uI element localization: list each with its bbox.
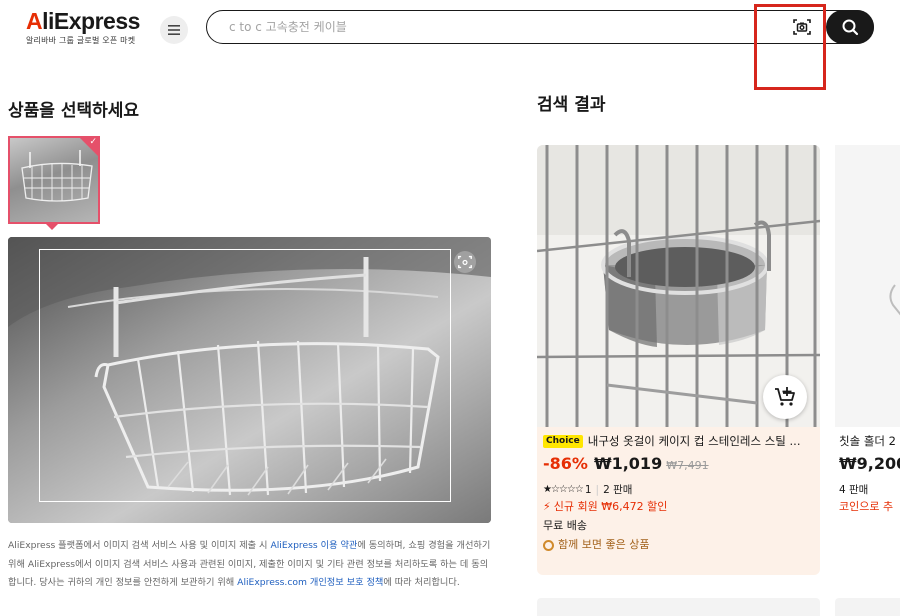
- disclaimer-text-3: 에 따라 처리합니다.: [383, 577, 460, 588]
- price-row: -86% ₩1,019 ₩7,491: [543, 454, 814, 473]
- product-title[interactable]: 내구성 옷걸이 케이지 컵 스테인레스 스틸 ...: [588, 431, 801, 451]
- terms-of-use-link[interactable]: AliExpress 이용 약관: [270, 540, 357, 551]
- uploaded-image-thumbnail[interactable]: ✓: [8, 136, 100, 224]
- add-to-cart-button[interactable]: [763, 375, 807, 419]
- image-search-camera-icon: [458, 255, 472, 269]
- product-title[interactable]: 칫솔 홀더 2: [839, 431, 900, 451]
- star-rating-icon: ★☆☆☆☆: [543, 484, 584, 495]
- product-image[interactable]: [537, 145, 820, 427]
- next-product-card-top: [537, 598, 820, 616]
- product-info: Choice 내구성 옷걸이 케이지 컵 스테인레스 스틸 ... -86% ₩…: [537, 427, 820, 575]
- logo-wordmark: AliExpress: [26, 8, 146, 34]
- product-info: 칫솔 홀더 2 ₩9,200 4 판매 코인으로 추: [835, 427, 900, 520]
- coupon-text: 신규 회원 ₩6,472 할인: [553, 500, 668, 513]
- sold-count: 4 판매: [839, 484, 869, 496]
- highlight-annotation-box: [754, 4, 826, 90]
- menu-button[interactable]: [160, 16, 188, 44]
- coin-promo: 코인으로 추: [839, 500, 894, 513]
- checkmark-icon: ✓: [89, 137, 97, 147]
- magnifier-icon: [842, 19, 859, 35]
- next-product-card-top: [835, 598, 900, 616]
- disclaimer-text-1: AliExpress 플랫폼에서 이미지 검색 서비스 사용 및 이미지 제출 …: [8, 540, 271, 551]
- similar-items-text: 함께 보면 좋은 상품: [558, 538, 650, 551]
- logo-subtitle: 알리바바 그룹 글로벌 오픈 마켓: [26, 36, 136, 45]
- privacy-policy-link[interactable]: AliExpress.com 개인정보 보호 정책: [237, 577, 383, 588]
- select-product-title: 상품을 선택하세요: [8, 101, 140, 121]
- hamburger-menu-icon: [168, 25, 180, 35]
- add-to-cart-icon: [775, 387, 795, 406]
- similar-items-link[interactable]: 함께 보면 좋은 상품: [543, 536, 814, 554]
- search-results-title: 검색 결과: [537, 95, 606, 115]
- search-input[interactable]: [207, 11, 747, 42]
- product-title-line[interactable]: Choice 내구성 옷걸이 케이지 컵 스테인레스 스틸 ...: [543, 431, 814, 451]
- uploaded-image-preview[interactable]: [8, 237, 491, 523]
- new-user-coupon: ⚡ 신규 회원 ₩6,472 할인: [543, 498, 814, 516]
- circle-icon: [543, 539, 554, 551]
- toothbrush-holder-photo: [835, 145, 900, 427]
- product-card[interactable]: Choice 내구성 옷걸이 케이지 컵 스테인레스 스틸 ... -86% ₩…: [537, 145, 820, 575]
- choice-badge: Choice: [543, 434, 583, 448]
- logo-prefix: A: [26, 8, 43, 34]
- search-button[interactable]: [826, 9, 874, 44]
- image-crop-button[interactable]: [454, 251, 476, 273]
- product-image[interactable]: [835, 145, 900, 427]
- discount-percent: -86%: [543, 454, 588, 473]
- rating-value: 1: [584, 484, 592, 496]
- product-card[interactable]: 칫솔 홀더 2 ₩9,200 4 판매 코인으로 추: [835, 145, 900, 575]
- image-search-disclaimer: AliExpress 플랫폼에서 이미지 검색 서비스 사용 및 이미지 제출 …: [8, 537, 494, 593]
- rating-row: ★☆☆☆☆ 1 | 2 판매: [543, 482, 814, 498]
- original-price: ₩7,491: [666, 459, 709, 472]
- shipping-info: 무료 배송: [543, 519, 587, 532]
- thumbnail-pointer: [46, 224, 58, 230]
- lightning-icon: ⚡: [543, 500, 551, 513]
- sold-count: 2 판매: [603, 484, 633, 496]
- sale-price: ₩9,200: [839, 454, 900, 473]
- sale-price: ₩1,019: [593, 454, 663, 473]
- crop-selection-frame[interactable]: [39, 249, 451, 502]
- separator: |: [595, 484, 600, 496]
- aliexpress-logo[interactable]: AliExpress 알리바바 그룹 글로벌 오픈 마켓: [26, 8, 146, 46]
- logo-rest: liExpress: [42, 8, 140, 34]
